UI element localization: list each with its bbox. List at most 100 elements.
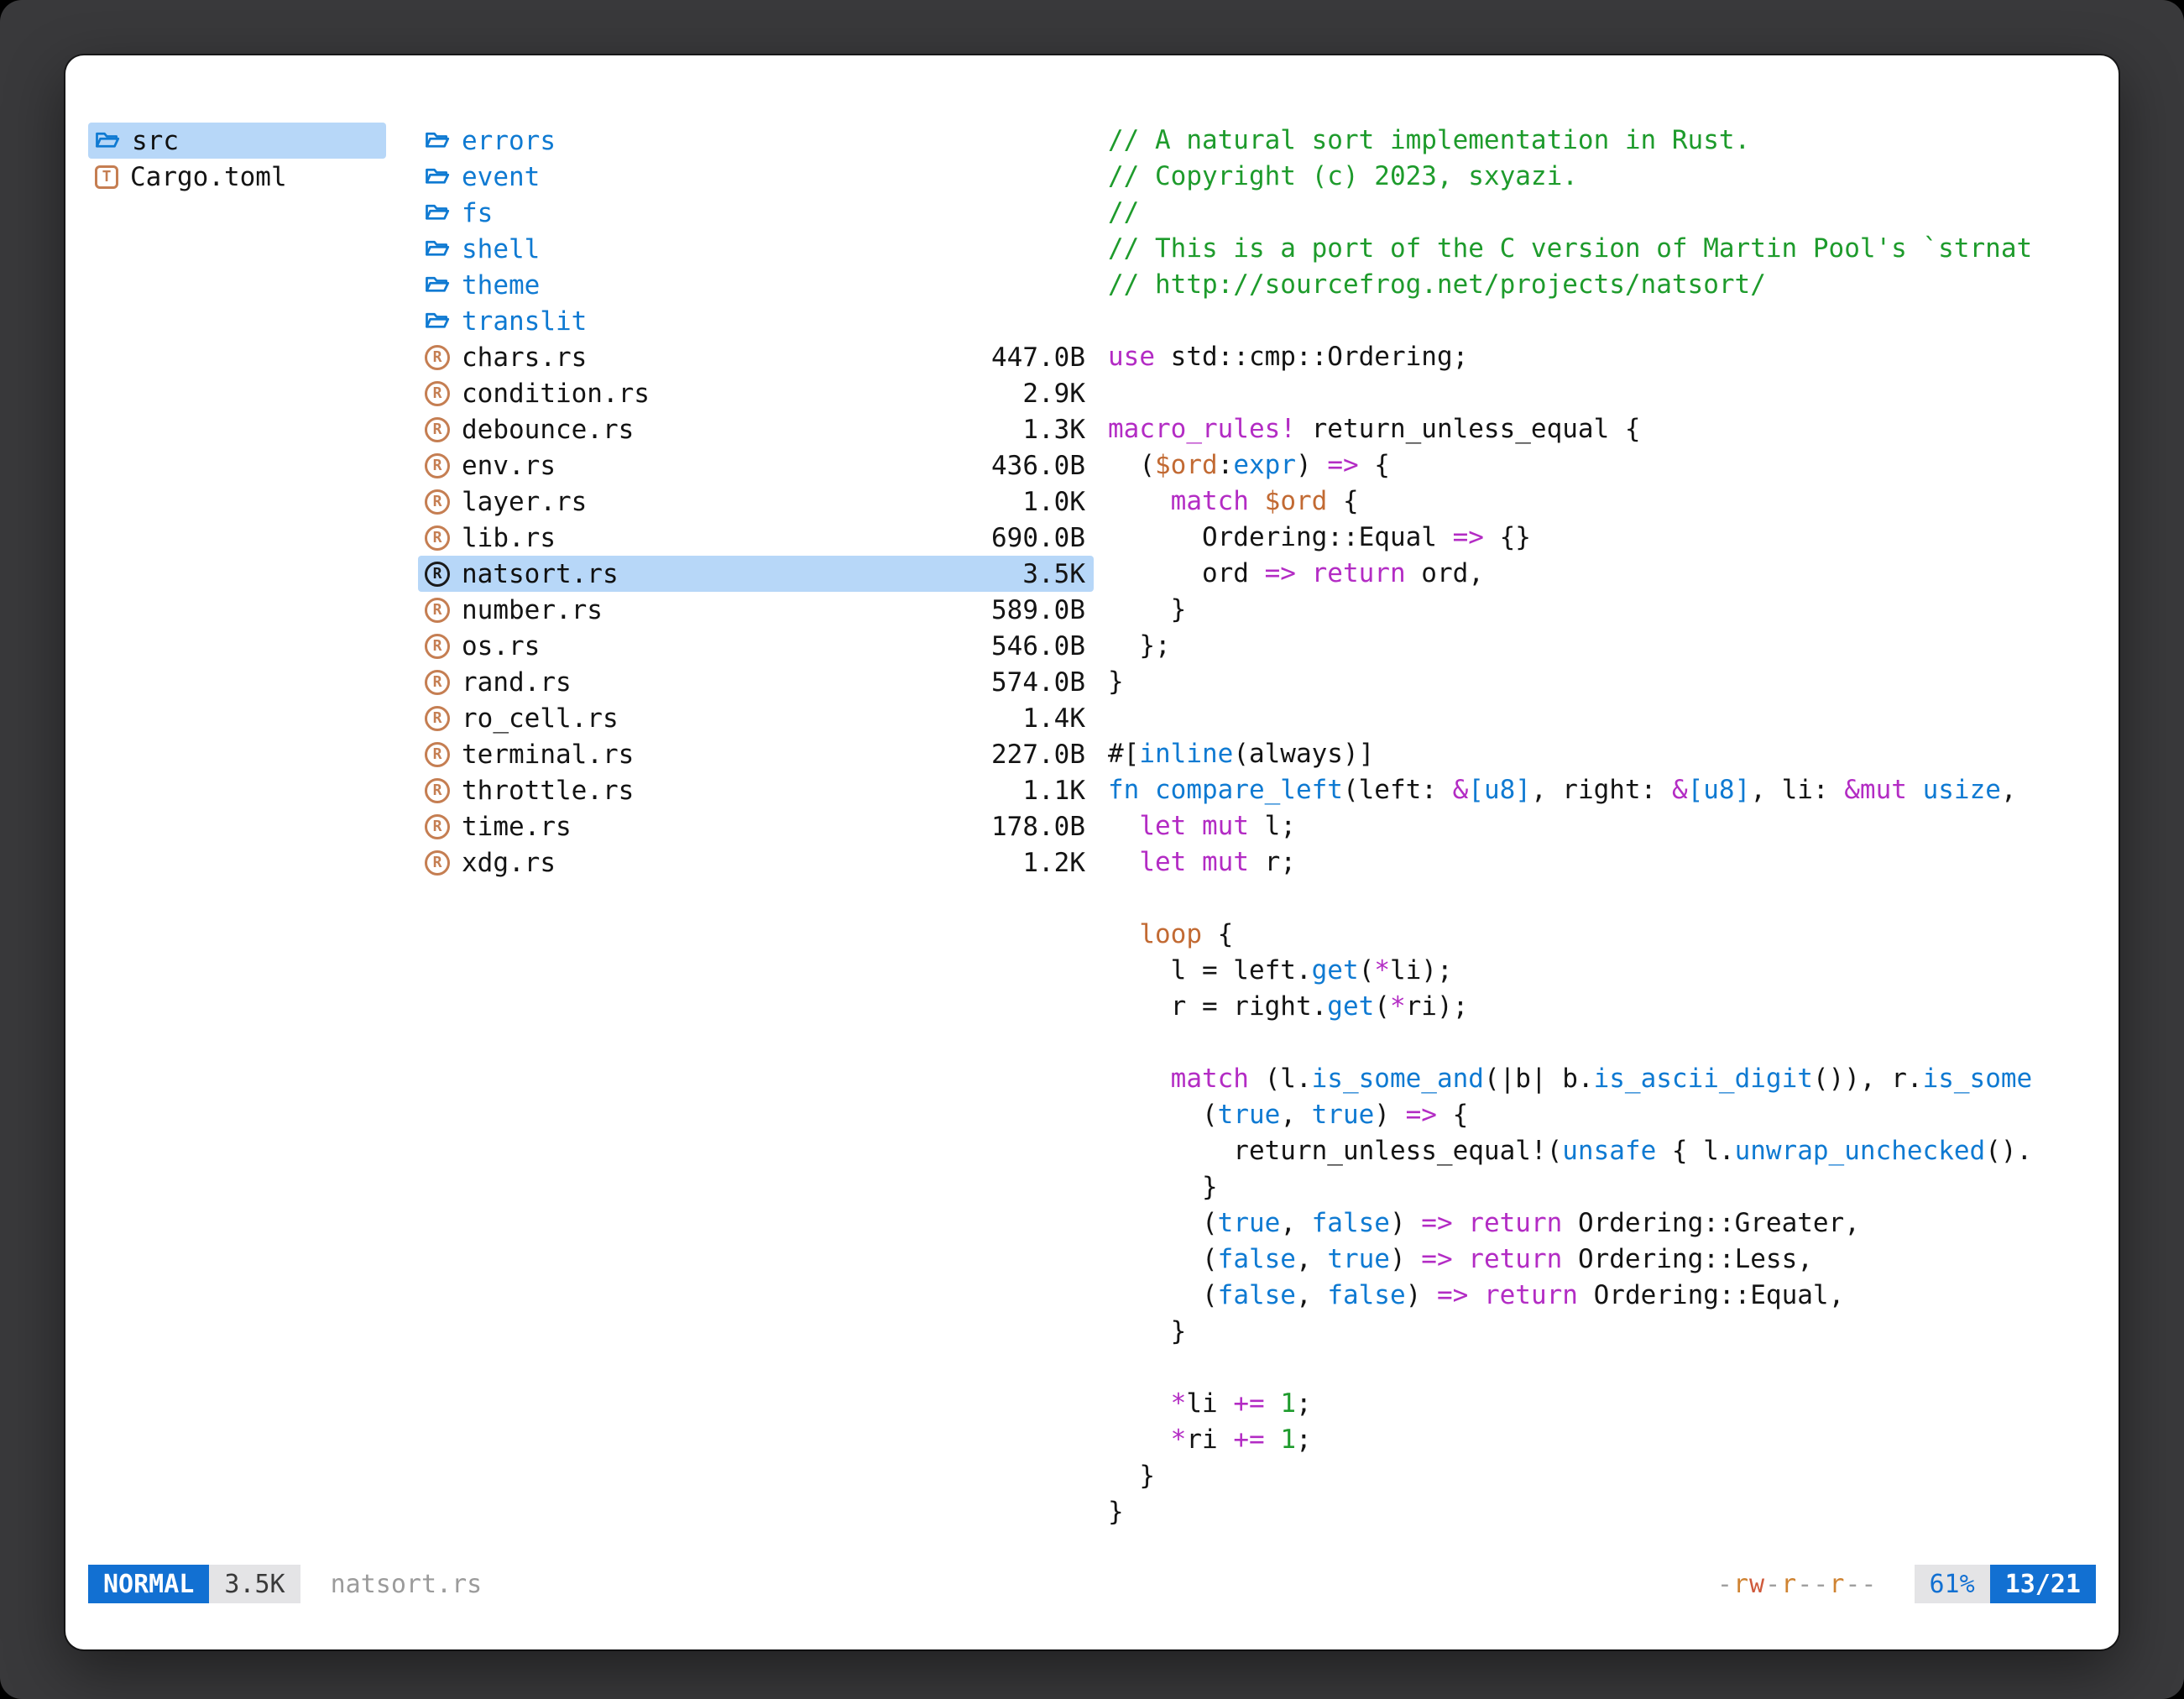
code-line: *ri += 1; xyxy=(1108,1422,2096,1458)
file-row-os.rs[interactable]: Ros.rs 546.0B xyxy=(418,628,1094,664)
file-row-theme[interactable]: theme xyxy=(418,267,1094,303)
file-row-rand.rs[interactable]: Rrand.rs574.0B xyxy=(418,664,1094,700)
file-row-throttle.rs[interactable]: Rthrottle.rs 1.1K xyxy=(418,772,1094,808)
file-size: 178.0B xyxy=(974,812,1085,842)
file-row-fs[interactable]: fs xyxy=(418,195,1094,231)
file-name: ro_cell.rs xyxy=(462,703,619,734)
code-line: let mut l; xyxy=(1108,808,2096,844)
rust-file-icon: R xyxy=(425,778,450,803)
file-row-Cargo.toml[interactable]: T Cargo.toml xyxy=(88,159,386,195)
file-name: layer.rs xyxy=(462,487,587,517)
file-row-condition.rs[interactable]: Rcondition.rs2.9K xyxy=(418,375,1094,411)
file-name: debounce.rs xyxy=(462,415,634,445)
folder-icon xyxy=(425,202,450,224)
parent-directory-pane: src T Cargo.toml xyxy=(88,123,386,1532)
file-row-time.rs[interactable]: Rtime.rs178.0B xyxy=(418,808,1094,844)
file-name: lib.rs xyxy=(462,523,556,553)
file-row-natsort.rs[interactable]: Rnatsort.rs3.5K xyxy=(418,556,1094,592)
file-name: chars.rs xyxy=(462,342,587,373)
file-name: os.rs xyxy=(462,631,540,661)
file-name: throttle.rs xyxy=(462,776,634,806)
code-line: } xyxy=(1108,1314,2096,1350)
code-line xyxy=(1108,303,2096,339)
file-row-lib.rs[interactable]: Rlib.rs 690.0B xyxy=(418,520,1094,556)
file-name: fs xyxy=(462,198,493,228)
file-row-terminal.rs[interactable]: Rterminal.rs 227.0B xyxy=(418,736,1094,772)
yazi-file-manager-window: src T Cargo.toml errorseventfs shell theme tr… xyxy=(65,55,2119,1649)
file-row-translit[interactable]: translit xyxy=(418,303,1094,339)
file-row-event[interactable]: event xyxy=(418,159,1094,195)
rust-file-icon: R xyxy=(425,381,450,406)
file-size: 574.0B xyxy=(974,667,1085,698)
file-size: 690.0B xyxy=(974,523,1085,553)
code-line: } xyxy=(1108,1458,2096,1494)
code-line: ($ord:expr) => { xyxy=(1108,447,2096,484)
file-row-number.rs[interactable]: Rnumber.rs589.0B xyxy=(418,592,1094,628)
rust-file-icon: R xyxy=(425,417,450,442)
file-size: 1.3K xyxy=(1006,415,1085,445)
code-line: let mut r; xyxy=(1108,844,2096,881)
rust-file-icon: R xyxy=(425,598,450,623)
file-size: 546.0B xyxy=(974,631,1085,661)
rust-file-icon: R xyxy=(425,742,450,767)
status-filename: natsort.rs xyxy=(331,1570,483,1599)
code-line: // Copyright (c) 2023, sxyazi. xyxy=(1108,159,2096,195)
file-row-errors[interactable]: errors xyxy=(418,123,1094,159)
file-row-ro_cell.rs[interactable]: Rro_cell.rs1.4K xyxy=(418,700,1094,736)
folder-icon xyxy=(425,274,450,296)
file-size: 589.0B xyxy=(974,595,1085,625)
file-size: 2.9K xyxy=(1006,379,1085,409)
file-name: natsort.rs xyxy=(462,559,619,589)
file-name: shell xyxy=(462,234,540,264)
rust-file-icon: R xyxy=(425,850,450,876)
folder-icon xyxy=(425,130,450,152)
file-size-badge: 3.5K xyxy=(209,1565,300,1603)
code-line xyxy=(1108,881,2096,917)
file-row-shell[interactable]: shell xyxy=(418,231,1094,267)
file-name: translit xyxy=(462,306,587,337)
code-line: match (l.is_some_and(|b| b.is_ascii_digi… xyxy=(1108,1061,2096,1097)
code-line xyxy=(1108,375,2096,411)
folder-icon xyxy=(425,166,450,188)
code-line: l = left.get(*li); xyxy=(1108,953,2096,989)
code-line: use std::cmp::Ordering; xyxy=(1108,339,2096,375)
code-line: // This is a port of the C version of Ma… xyxy=(1108,231,2096,267)
code-line: loop { xyxy=(1108,917,2096,953)
file-row-chars.rs[interactable]: Rchars.rs447.0B xyxy=(418,339,1094,375)
file-name: Cargo.toml xyxy=(130,162,287,192)
folder-icon xyxy=(425,311,450,332)
code-line: } xyxy=(1108,1494,2096,1530)
code-line xyxy=(1108,700,2096,736)
panes-container: src T Cargo.toml errorseventfs shell theme tr… xyxy=(88,123,2096,1532)
code-line: } xyxy=(1108,1169,2096,1205)
file-size: 1.1K xyxy=(1006,776,1085,806)
file-size: 436.0B xyxy=(974,451,1085,481)
code-line: macro_rules! return_unless_equal { xyxy=(1108,411,2096,447)
toml-file-icon: T xyxy=(95,165,118,189)
code-line: // A natural sort implementation in Rust… xyxy=(1108,123,2096,159)
file-row-src[interactable]: src xyxy=(88,123,386,159)
permissions-text: -rw-r--r-- xyxy=(1717,1570,1878,1599)
code-line: } xyxy=(1108,664,2096,700)
code-line: return_unless_equal!(unsafe { l.unwrap_u… xyxy=(1108,1133,2096,1169)
rust-file-icon: R xyxy=(425,634,450,659)
desktop-background: src T Cargo.toml errorseventfs shell theme tr… xyxy=(0,0,2184,1699)
file-name: terminal.rs xyxy=(462,740,634,770)
code-line: r = right.get(*ri); xyxy=(1108,989,2096,1025)
file-size: 1.0K xyxy=(1006,487,1085,517)
folder-icon xyxy=(95,130,120,152)
file-row-layer.rs[interactable]: Rlayer.rs 1.0K xyxy=(418,484,1094,520)
mode-badge: NORMAL xyxy=(88,1565,209,1603)
code-line xyxy=(1108,1350,2096,1386)
current-directory-pane: errorseventfsshellthemetranslitRchars.rs… xyxy=(418,123,1094,1532)
file-name: theme xyxy=(462,270,540,301)
status-bar: NORMAL 3.5K natsort.rs -rw-r--r-- 61% 13… xyxy=(88,1565,2096,1603)
file-row-debounce.rs[interactable]: Rdebounce.rs 1.3K xyxy=(418,411,1094,447)
file-row-xdg.rs[interactable]: Rxdg.rs1.2K xyxy=(418,844,1094,881)
rust-file-icon: R xyxy=(425,525,450,551)
file-size: 227.0B xyxy=(974,740,1085,770)
file-row-env.rs[interactable]: Renv.rs436.0B xyxy=(418,447,1094,484)
code-line: fn compare_left(left: &[u8], right: &[u8… xyxy=(1108,772,2096,808)
file-size: 1.2K xyxy=(1006,848,1085,878)
rust-file-icon: R xyxy=(425,489,450,515)
